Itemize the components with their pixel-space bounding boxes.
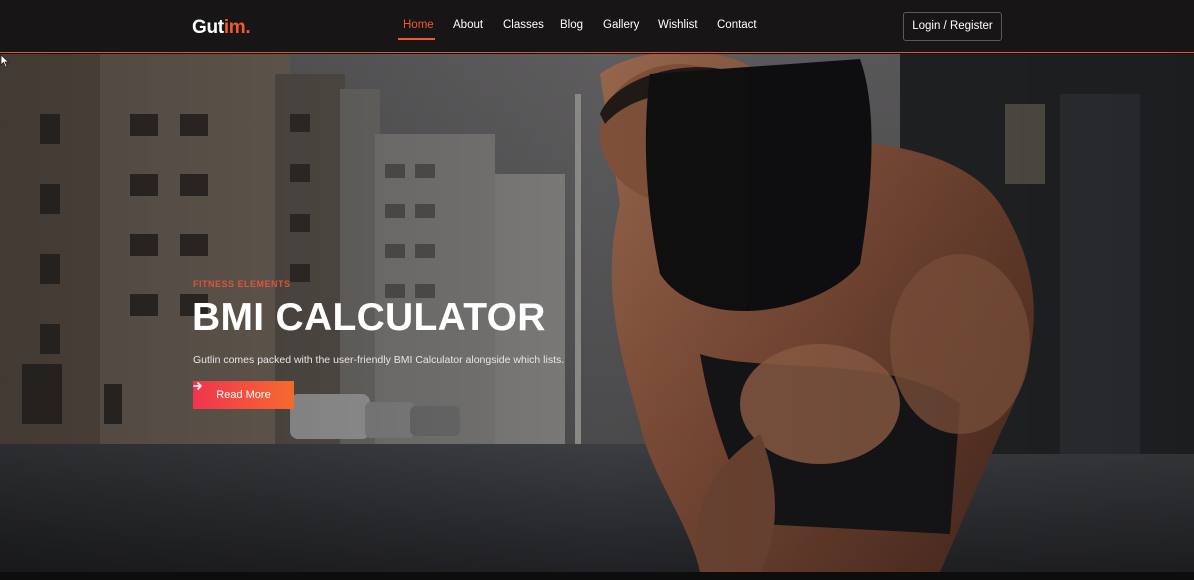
hero-background-image [0, 54, 1194, 572]
read-more-label: Read More [216, 389, 271, 401]
hero-title: BMI CALCULATOR [192, 296, 546, 339]
main-nav: Home About Classes Blog Gallery Wishlist… [0, 0, 1194, 53]
hero-description: Gutlin comes packed with the user-friend… [193, 354, 565, 366]
read-more-button[interactable]: Read More [193, 381, 294, 409]
active-nav-indicator [398, 38, 435, 40]
mouse-cursor-icon [0, 54, 10, 68]
arrow-right-icon [193, 382, 202, 390]
hero-banner: FITNESS ELEMENTS BMI CALCULATOR Gutlin c… [0, 54, 1194, 572]
hero-subtitle: FITNESS ELEMENTS [193, 279, 291, 289]
nav-item-wishlist[interactable]: Wishlist [658, 17, 698, 33]
nav-item-gallery[interactable]: Gallery [603, 17, 639, 33]
nav-item-home[interactable]: Home [403, 17, 434, 33]
nav-item-contact[interactable]: Contact [717, 17, 757, 33]
nav-item-classes[interactable]: Classes [503, 17, 544, 33]
site-header: Gutim. Home About Classes Blog Gallery W… [0, 0, 1194, 53]
bottom-edge-bar [0, 572, 1194, 580]
nav-item-blog[interactable]: Blog [560, 17, 583, 33]
page: Gutim. Home About Classes Blog Gallery W… [0, 0, 1194, 580]
login-register-button[interactable]: Login / Register [903, 12, 1002, 41]
nav-item-about[interactable]: About [453, 17, 483, 33]
